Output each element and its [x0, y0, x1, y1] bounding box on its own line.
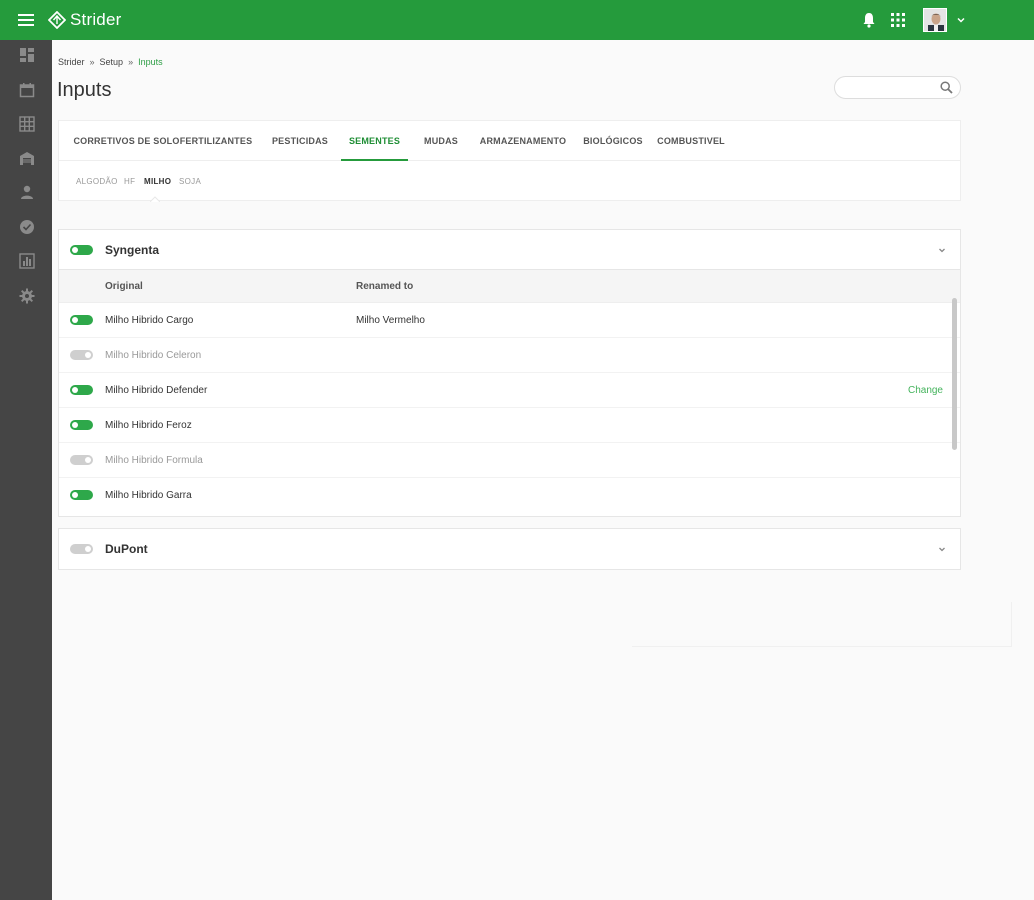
row-toggle[interactable] — [70, 490, 93, 500]
toggle-knob — [72, 387, 78, 393]
main-content: Strider » Setup » Inputs Inputs CORRETIV… — [52, 40, 1034, 900]
row-toggle[interactable] — [70, 385, 93, 395]
category-tabs-card: CORRETIVOS DE SOLO FERTILIZANTES PESTICI… — [58, 120, 961, 202]
chevron-down-icon[interactable] — [955, 14, 967, 26]
tab-fertilizantes[interactable]: FERTILIZANTES — [178, 121, 254, 161]
tab-sementes[interactable]: SEMENTES — [341, 121, 408, 161]
table-row: Milho Hibrido Celeron — [59, 338, 960, 373]
side-navigation — [0, 40, 52, 900]
table-row: Milho Hibrido Feroz — [59, 408, 960, 443]
original-name: Milho Hibrido Formula — [105, 455, 203, 466]
breadcrumb-separator: » — [89, 57, 95, 67]
subtab-algodao[interactable]: ALGODÃO — [76, 177, 118, 186]
supplier-card-syngenta: Syngenta Original Renamed to Milho Hibri… — [58, 229, 961, 517]
supplier-toggle[interactable] — [70, 544, 93, 554]
strider-logo-icon — [48, 11, 66, 29]
user-avatar[interactable] — [923, 8, 947, 32]
brand-name: Strider — [70, 10, 122, 29]
subtab-soja[interactable]: SOJA — [179, 177, 201, 186]
supplier-toggle[interactable] — [70, 245, 93, 255]
dashboard-icon[interactable] — [19, 47, 35, 63]
supplier-header[interactable]: DuPont — [59, 529, 960, 569]
subtab-hf[interactable]: HF — [124, 177, 135, 186]
search-icon[interactable] — [940, 81, 953, 94]
chevron-down-icon[interactable] — [937, 544, 947, 554]
toggle-knob — [85, 457, 91, 463]
tab-combustivel[interactable]: COMBUSTIVEL — [656, 121, 726, 161]
original-name: Milho Hibrido Celeron — [105, 350, 202, 361]
toggle-knob — [85, 546, 91, 552]
toggle-knob — [85, 352, 91, 358]
page-title: Inputs — [57, 79, 112, 101]
hamburger-icon[interactable] — [18, 14, 34, 26]
supplier-card-dupont: DuPont — [58, 528, 961, 570]
breadcrumb-item-setup[interactable]: Setup — [100, 57, 124, 67]
breadcrumb-item-inputs: Inputs — [138, 57, 163, 67]
person-icon[interactable] — [19, 184, 35, 200]
active-subtab-indicator — [150, 196, 160, 202]
top-app-bar: Strider — [0, 0, 1034, 40]
original-name: Milho Hibrido Garra — [105, 490, 192, 501]
original-name: Milho Hibrido Cargo — [105, 315, 194, 326]
supplier-header[interactable]: Syngenta — [59, 230, 960, 270]
table-scrollbar[interactable] — [952, 298, 957, 450]
search-box — [834, 76, 961, 99]
table-header: Original Renamed to — [59, 270, 960, 303]
supplier-name: Syngenta — [105, 243, 160, 257]
avatar-photo-icon — [924, 9, 946, 31]
table-row: Milho Hibrido Garra — [59, 478, 960, 513]
toggle-knob — [72, 492, 78, 498]
gear-icon[interactable] — [19, 288, 35, 304]
calendar-icon[interactable] — [19, 82, 35, 98]
chart-icon[interactable] — [19, 253, 35, 269]
apps-grid-icon[interactable] — [891, 13, 905, 27]
table-row: Milho Hibrido Defender Change — [59, 373, 960, 408]
faint-overlay-outline — [632, 602, 1012, 647]
toggle-knob — [72, 247, 78, 253]
toggle-knob — [72, 422, 78, 428]
tab-corretivos-de-solo[interactable]: CORRETIVOS DE SOLO — [69, 121, 184, 161]
chevron-down-icon[interactable] — [937, 245, 947, 255]
table-row: Milho Hibrido Cargo Milho Vermelho — [59, 303, 960, 338]
tab-mudas[interactable]: MUDAS — [419, 121, 463, 161]
brand-logo[interactable]: Strider — [48, 9, 121, 31]
warehouse-icon[interactable] — [19, 150, 35, 166]
tab-biologicos[interactable]: BIOLÓGICOS — [581, 121, 645, 161]
row-toggle[interactable] — [70, 315, 93, 325]
grid-icon[interactable] — [19, 116, 35, 132]
row-toggle[interactable] — [70, 350, 93, 360]
tab-armazenamento[interactable]: ARMAZENAMENTO — [477, 121, 569, 161]
row-toggle[interactable] — [70, 420, 93, 430]
table-row: Milho Hibrido Formula — [59, 443, 960, 478]
renamed-name: Milho Vermelho — [356, 315, 425, 326]
row-toggle[interactable] — [70, 455, 93, 465]
breadcrumb-item-strider[interactable]: Strider — [58, 57, 85, 67]
supplier-name: DuPont — [105, 542, 148, 556]
breadcrumb: Strider » Setup » Inputs — [58, 57, 163, 67]
search-input[interactable] — [845, 77, 945, 98]
subtab-milho[interactable]: MILHO — [144, 177, 171, 186]
breadcrumb-separator: » — [128, 57, 134, 67]
column-header-renamed: Renamed to — [356, 281, 414, 292]
check-circle-icon[interactable] — [19, 219, 35, 235]
bell-icon[interactable] — [862, 12, 876, 28]
column-header-original: Original — [105, 281, 143, 292]
tab-pesticidas[interactable]: PESTICIDAS — [267, 121, 333, 161]
original-name: Milho Hibrido Defender — [105, 385, 208, 396]
change-link[interactable]: Change — [908, 385, 943, 396]
original-name: Milho Hibrido Feroz — [105, 420, 192, 431]
toggle-knob — [72, 317, 78, 323]
category-tab-bar: CORRETIVOS DE SOLO FERTILIZANTES PESTICI… — [59, 121, 960, 161]
